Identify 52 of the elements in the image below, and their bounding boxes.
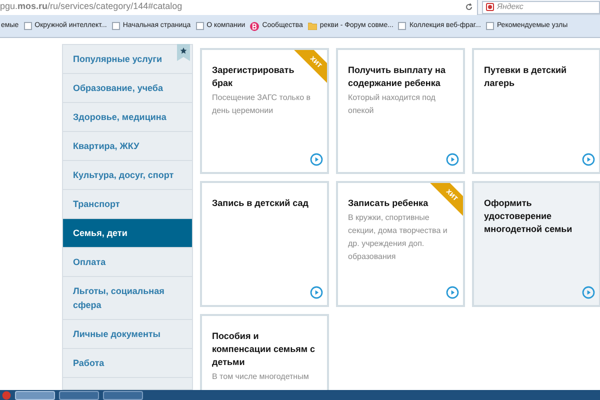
play-icon[interactable] [582, 153, 595, 166]
page-icon [398, 22, 406, 30]
category-item[interactable]: Семья, дети [63, 219, 192, 248]
card-description: В том числе многодетным [212, 371, 310, 383]
play-icon[interactable] [310, 153, 323, 166]
service-card[interactable]: Оформить удостоверение многодетной семьи [472, 181, 600, 307]
address-field[interactable]: pgu.mos.ru/ru/services/category/144#catalog [0, 0, 478, 14]
card-title: Получить выплату на содержание ребенка [348, 64, 447, 90]
page-icon [24, 22, 32, 30]
category-item[interactable]: Культура, досуг, спорт [63, 161, 192, 190]
search-field[interactable]: Яндекс [482, 0, 600, 14]
start-orb-icon[interactable] [2, 390, 11, 400]
category-item[interactable]: Льготы, социальная сфера [63, 277, 192, 320]
service-card[interactable]: Записать ребенка В кружки, спортивные секции, дома творчества и др. учреждения доп. образования хит [336, 181, 465, 307]
category-item[interactable]: Популярные услуги [63, 45, 192, 74]
page-icon [196, 22, 204, 30]
card-title: Записать ребенка [348, 197, 428, 210]
service-card[interactable]: Запись в детский сад [200, 181, 329, 307]
folder-icon [308, 22, 317, 30]
service-card[interactable]: Путевки в детский лагерь [472, 48, 600, 174]
reload-icon[interactable] [465, 3, 473, 11]
search-input[interactable]: Яндекс [497, 1, 587, 13]
url-text: pgu.mos.ru/ru/services/category/144#catalog [0, 0, 182, 14]
play-icon[interactable] [446, 286, 459, 299]
play-icon[interactable] [446, 153, 459, 166]
page-icon [112, 22, 120, 30]
play-icon[interactable] [582, 286, 595, 299]
card-title: Запись в детский сад [212, 197, 308, 210]
card-description: В кружки, спортивные секции, дома творчества и др. учреждения доп. образования [348, 212, 448, 263]
taskbar-button[interactable] [103, 390, 143, 400]
card-description: Который находится под опекой [348, 92, 436, 117]
bookmark-star-icon[interactable] [177, 44, 190, 61]
card-description: Посещение ЗАГС только в день церемонии [212, 92, 312, 117]
taskbar-button[interactable] [15, 390, 55, 400]
category-item[interactable]: Образование, учеба [63, 74, 192, 103]
service-card[interactable]: Получить выплату на содержание ребенка Который находится под опекой [336, 48, 465, 174]
category-item[interactable]: Квартира, ЖКУ [63, 132, 192, 161]
play-icon[interactable] [310, 286, 323, 299]
category-item[interactable]: Оплата [63, 248, 192, 277]
taskbar-button[interactable] [59, 390, 99, 400]
category-item[interactable]: Личные документы [63, 320, 192, 349]
search-engine-icon[interactable] [486, 3, 494, 11]
community-icon [250, 22, 260, 30]
card-title: Зарегистрировать брак [212, 64, 296, 90]
category-item[interactable]: Здоровье, медицина [63, 103, 192, 132]
card-title: Пособия и компенсации семьям с детьми [212, 330, 316, 369]
page-icon [486, 22, 494, 30]
service-card[interactable]: Зарегистрировать брак Посещение ЗАГС только в день церемонии хит [200, 48, 329, 174]
category-item[interactable]: Работа [63, 349, 192, 378]
service-card[interactable]: Пособия и компенсации семьям с детьми В том числе многодетным [200, 314, 329, 390]
card-title: Оформить удостоверение многодетной семьи [484, 197, 574, 236]
card-title: Путевки в детский лагерь [484, 64, 568, 90]
